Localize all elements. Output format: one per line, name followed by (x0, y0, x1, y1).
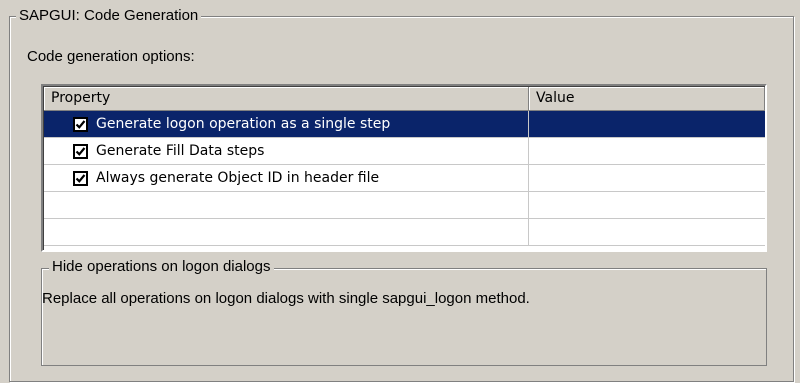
property-cell[interactable]: Generate Fill Data steps (44, 138, 529, 164)
column-header-value[interactable]: Value (529, 87, 765, 111)
table-row[interactable]: Always generate Object ID in header file (44, 165, 765, 192)
value-cell[interactable] (529, 165, 765, 191)
property-label: Always generate Object ID in header file (96, 170, 380, 186)
description-title: Hide operations on logon dialogs (49, 258, 274, 276)
options-label: Code generation options: (27, 48, 195, 65)
value-cell[interactable] (529, 138, 765, 164)
checkbox[interactable] (73, 143, 88, 159)
property-cell[interactable] (44, 219, 529, 245)
table-row[interactable]: Generate logon operation as a single ste… (44, 111, 765, 138)
property-grid: Property Value Generate logon operation … (41, 84, 767, 252)
description-groupbox (41, 268, 767, 366)
checkmark-icon (75, 119, 86, 129)
description-text: Replace all operations on logon dialogs … (42, 290, 530, 307)
grid-header: Property Value (44, 87, 765, 111)
value-cell[interactable] (529, 219, 765, 245)
groupbox-title: SAPGUI: Code Generation (16, 7, 202, 25)
property-cell[interactable] (44, 192, 529, 218)
checkbox[interactable] (73, 170, 88, 186)
value-cell[interactable] (529, 192, 765, 218)
table-row[interactable] (44, 192, 765, 219)
property-cell[interactable]: Generate logon operation as a single ste… (44, 111, 529, 137)
column-header-property[interactable]: Property (44, 87, 529, 111)
property-label: Generate logon operation as a single ste… (96, 116, 391, 132)
checkbox[interactable] (73, 116, 88, 132)
checkmark-icon (75, 173, 86, 183)
property-label: Generate Fill Data steps (96, 143, 265, 159)
checkmark-icon (75, 146, 86, 156)
table-row[interactable]: Generate Fill Data steps (44, 138, 765, 165)
table-row[interactable] (44, 219, 765, 246)
property-cell[interactable]: Always generate Object ID in header file (44, 165, 529, 191)
value-cell[interactable] (529, 111, 765, 137)
